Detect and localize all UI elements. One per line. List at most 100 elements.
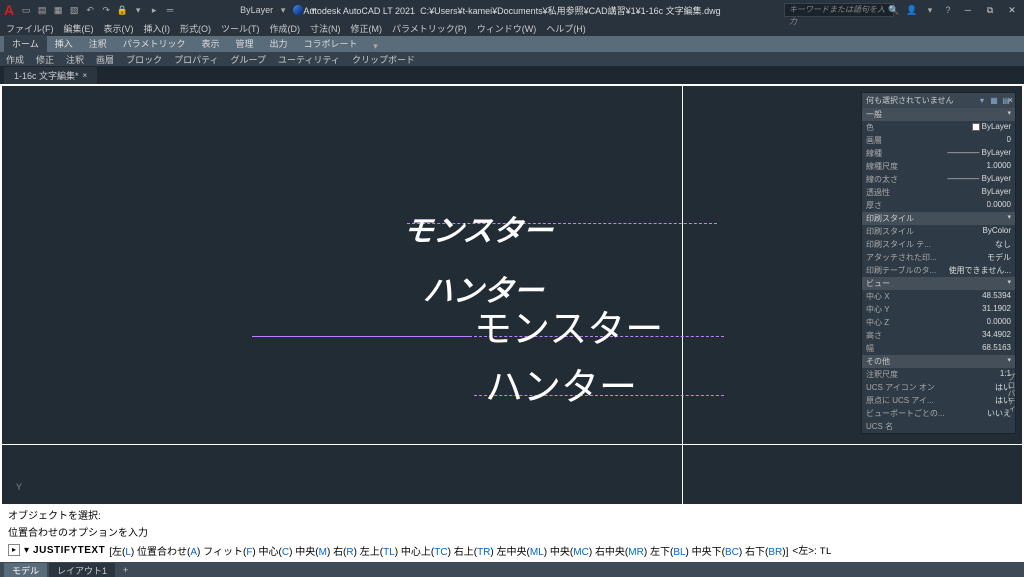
- ribbon-tab-home[interactable]: ホーム: [4, 35, 47, 52]
- planet-icon[interactable]: [293, 5, 303, 15]
- command-option[interactable]: 中央(M): [295, 547, 330, 558]
- menu-parametric[interactable]: パラメトリック(P): [392, 22, 467, 35]
- menu-help[interactable]: ヘルプ(H): [546, 22, 586, 35]
- undo-icon[interactable]: ↶: [84, 4, 96, 16]
- command-line[interactable]: ▸ ▾ JUSTIFYTEXT [左(L) 位置合わせ(A) フィット(F) 中…: [2, 540, 1022, 560]
- saveas-icon[interactable]: ▧: [68, 4, 80, 16]
- panel-block[interactable]: ブロック: [126, 53, 162, 66]
- properties-section-header[interactable]: その他: [862, 355, 1015, 368]
- property-row[interactable]: 線種尺度1.0000: [862, 160, 1015, 173]
- drawing-text-object[interactable]: モンスター: [474, 298, 663, 353]
- property-row[interactable]: 線種———— ByLayer: [862, 147, 1015, 160]
- menu-modify[interactable]: 修正(M): [351, 22, 383, 35]
- help-icon[interactable]: ?: [942, 4, 954, 16]
- property-row[interactable]: 印刷スタイル テ...なし: [862, 238, 1015, 251]
- drawing-area[interactable]: モンスター ハンター モンスター ハンター Y × 何も選択されていません ▾ …: [0, 84, 1024, 504]
- lock-icon[interactable]: 🔒: [116, 4, 128, 16]
- share-icon[interactable]: ▸: [148, 4, 160, 16]
- ribbon-tab-insert[interactable]: 挿入: [47, 35, 81, 52]
- menu-format[interactable]: 形式(O): [180, 22, 211, 35]
- command-option[interactable]: 左下(BL): [650, 547, 689, 558]
- menu-file[interactable]: ファイル(F): [6, 22, 54, 35]
- menu-view[interactable]: 表示(V): [104, 22, 134, 35]
- command-option[interactable]: 右(R): [333, 547, 357, 558]
- menu-draw[interactable]: 作成(D): [270, 22, 301, 35]
- property-row[interactable]: 中心 Y31.1902: [862, 303, 1015, 316]
- ribbon-tab-collab[interactable]: コラボレート: [296, 35, 366, 52]
- restore-icon[interactable]: ⧉: [982, 3, 998, 17]
- command-option[interactable]: 中央下(BC): [692, 547, 743, 558]
- tab-layout1[interactable]: レイアウト1: [49, 563, 115, 577]
- layer-dropdown-icon[interactable]: ═: [164, 4, 176, 16]
- panel-close-icon[interactable]: ×: [1008, 95, 1013, 105]
- property-row[interactable]: 印刷テーブルのタ...使用できません...: [862, 264, 1015, 277]
- property-row[interactable]: 高さ34.4902: [862, 329, 1015, 342]
- search-input[interactable]: キーワードまたは語句を入力: [784, 3, 894, 17]
- ribbon-tab-manage[interactable]: 管理: [228, 35, 262, 52]
- minimize-icon[interactable]: ─: [960, 3, 976, 17]
- property-row[interactable]: 中心 X48.5394: [862, 290, 1015, 303]
- ribbon-tab-annotate[interactable]: 注釈: [81, 35, 115, 52]
- property-row[interactable]: 中心 Z0.0000: [862, 316, 1015, 329]
- layer-dropdown-arrow-icon[interactable]: ▾: [277, 4, 289, 16]
- property-row[interactable]: ビューポートごとの...いいえ: [862, 407, 1015, 420]
- property-row[interactable]: 透過性ByLayer: [862, 186, 1015, 199]
- new-icon[interactable]: ▭: [20, 4, 32, 16]
- search-icon[interactable]: 🔍: [888, 4, 900, 16]
- panel-annotate[interactable]: 注釈: [66, 53, 84, 66]
- drawing-text-object[interactable]: モンスター: [400, 206, 564, 250]
- drawing-text-object[interactable]: ハンター: [485, 356, 637, 411]
- menu-window[interactable]: ウィンドウ(W): [477, 22, 537, 35]
- panel-modify[interactable]: 修正: [36, 53, 54, 66]
- command-option[interactable]: 位置合わせ(A): [137, 547, 200, 558]
- property-row[interactable]: 原点に UCS アイ...はい: [862, 394, 1015, 407]
- ribbon-tab-parametric[interactable]: パラメトリック: [115, 35, 194, 52]
- command-option[interactable]: 右下(BR): [745, 547, 786, 558]
- property-row[interactable]: 厚さ0.0000: [862, 199, 1015, 212]
- property-row[interactable]: 線の太さ———— ByLayer: [862, 173, 1015, 186]
- redo-icon[interactable]: ↷: [100, 4, 112, 16]
- signin-icon[interactable]: 👤: [906, 4, 918, 16]
- ribbon-overflow-icon[interactable]: ▾: [370, 40, 382, 52]
- close-icon[interactable]: ✕: [1004, 3, 1020, 17]
- properties-section-header[interactable]: 印刷スタイル: [862, 212, 1015, 225]
- command-option[interactable]: 右中央(MR): [595, 547, 647, 558]
- chevron-down-icon[interactable]: ▾: [132, 4, 144, 16]
- menu-edit[interactable]: 編集(E): [64, 22, 94, 35]
- panel-layers[interactable]: 画層: [96, 53, 114, 66]
- tab-model[interactable]: モデル: [4, 563, 47, 577]
- command-option[interactable]: 中心上(TC): [401, 547, 451, 558]
- command-option[interactable]: 中心(C): [259, 547, 293, 558]
- command-option[interactable]: 左上(TL): [360, 547, 398, 558]
- panel-clipboard[interactable]: クリップボード: [352, 53, 415, 66]
- property-row[interactable]: 画層0: [862, 134, 1015, 147]
- command-option[interactable]: フィット(F): [203, 547, 256, 558]
- property-row[interactable]: UCS 名: [862, 420, 1015, 433]
- current-layer-label[interactable]: ByLayer: [240, 5, 273, 15]
- menu-insert[interactable]: 挿入(I): [144, 22, 171, 35]
- menu-tools[interactable]: ツール(T): [221, 22, 260, 35]
- command-option[interactable]: 中央(MC): [550, 547, 592, 558]
- select-objects-icon[interactable]: ▦: [989, 96, 999, 106]
- panel-draw[interactable]: 作成: [6, 53, 24, 66]
- menu-dimension[interactable]: 寸法(N): [310, 22, 341, 35]
- ribbon-tab-view[interactable]: 表示: [194, 35, 228, 52]
- app-menu-icon[interactable]: ▾: [924, 4, 936, 16]
- property-row[interactable]: UCS アイコン オンはい: [862, 381, 1015, 394]
- properties-section-header[interactable]: 一般: [862, 108, 1015, 121]
- save-icon[interactable]: ▦: [52, 4, 64, 16]
- property-row[interactable]: 幅68.5163: [862, 342, 1015, 355]
- command-window[interactable]: オブジェクトを選択: 位置合わせのオプションを入力 ▸ ▾ JUSTIFYTEX…: [0, 504, 1024, 562]
- open-icon[interactable]: ▤: [36, 4, 48, 16]
- add-layout-icon[interactable]: +: [117, 564, 134, 576]
- properties-section-header[interactable]: ビュー: [862, 277, 1015, 290]
- panel-groups[interactable]: グループ: [231, 53, 266, 66]
- ribbon-tab-output[interactable]: 出力: [262, 35, 296, 52]
- document-tab[interactable]: 1-16c 文字編集* ×: [4, 67, 97, 84]
- command-option[interactable]: 左(L): [112, 547, 134, 558]
- command-option[interactable]: 右上(TR): [454, 547, 494, 558]
- panel-utilities[interactable]: ユーティリティ: [278, 53, 340, 66]
- property-row[interactable]: 印刷スタイルByColor: [862, 225, 1015, 238]
- property-row[interactable]: 色ByLayer: [862, 121, 1015, 134]
- command-option[interactable]: 左中央(ML): [497, 547, 548, 558]
